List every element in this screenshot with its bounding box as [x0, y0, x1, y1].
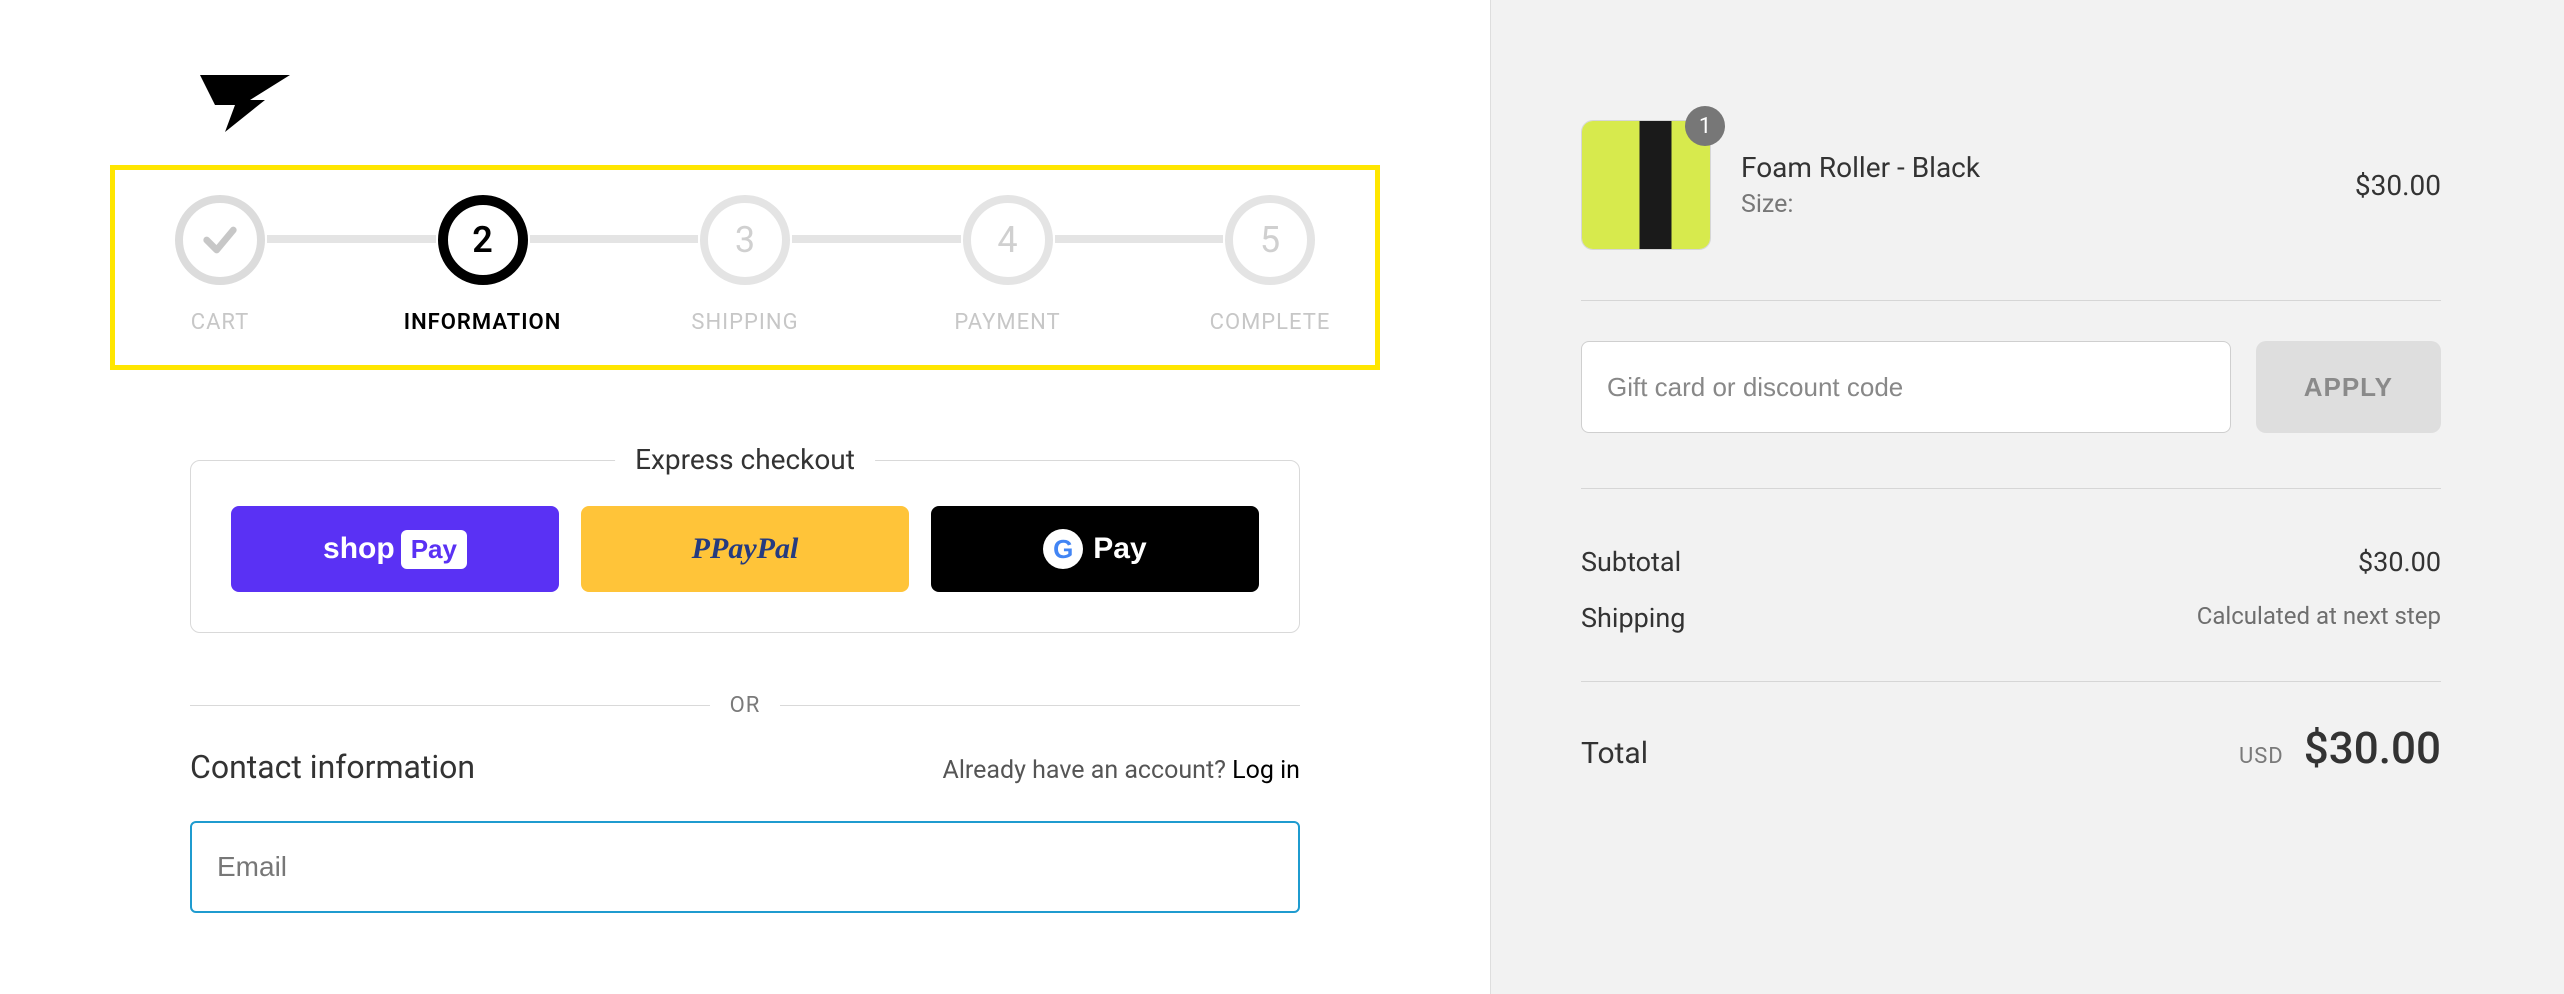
shipping-label: Shipping	[1581, 602, 1685, 634]
order-summary: 1 Foam Roller - Black Size: $30.00 APPLY…	[1490, 0, 2564, 994]
subtotal-value: $30.00	[2358, 546, 2441, 578]
google-g-icon: G	[1043, 529, 1083, 569]
progress-connector	[792, 235, 961, 243]
gpay-button[interactable]: G Pay	[931, 506, 1259, 592]
contact-heading: Contact information	[190, 748, 475, 786]
shoppay-button[interactable]: shop Pay	[231, 506, 559, 592]
subtotal-label: Subtotal	[1581, 546, 1681, 578]
paypal-p-icon: P	[692, 532, 710, 566]
progress-connector	[1055, 235, 1224, 243]
step-cart[interactable]: CART	[165, 195, 275, 335]
or-text: OR	[730, 693, 761, 718]
gpay-text: Pay	[1093, 532, 1146, 566]
email-field[interactable]	[190, 821, 1300, 913]
qty-badge: 1	[1685, 106, 1725, 146]
discount-input[interactable]	[1581, 341, 2231, 433]
total-currency: USD	[2239, 744, 2284, 769]
progress-connector	[267, 235, 436, 243]
item-title: Foam Roller - Black	[1741, 151, 2355, 184]
brand-logo[interactable]	[195, 70, 1300, 140]
step-information[interactable]: 2 INFORMATION	[428, 195, 538, 335]
total-value: $30.00	[2304, 722, 2441, 774]
checkout-main: CART 2 INFORMATION 3 SHIPPING 4 PAYMENT	[0, 0, 1490, 994]
step-label: CART	[191, 310, 250, 335]
total-label: Total	[1581, 736, 1648, 771]
express-title: Express checkout	[615, 443, 875, 476]
paypal-button[interactable]: P PayPal	[581, 506, 909, 592]
email-input[interactable]	[217, 851, 1273, 883]
login-link[interactable]: Log in	[1232, 756, 1300, 785]
step-label: SHIPPING	[691, 310, 798, 335]
step-payment[interactable]: 4 PAYMENT	[953, 195, 1063, 335]
cart-item: 1 Foam Roller - Black Size: $30.00	[1581, 120, 2441, 301]
paypal-text: PayPal	[710, 532, 798, 566]
step-shipping[interactable]: 3 SHIPPING	[690, 195, 800, 335]
account-prompt: Already have an account?	[943, 756, 1233, 785]
express-checkout: Express checkout shop Pay P PayPal G Pay	[190, 460, 1300, 633]
step-complete[interactable]: 5 COMPLETE	[1215, 195, 1325, 335]
step-label: COMPLETE	[1210, 310, 1331, 335]
shipping-value: Calculated at next step	[2197, 602, 2441, 634]
item-subtitle: Size:	[1741, 190, 2355, 219]
check-icon	[200, 220, 240, 260]
progress-tracker: CART 2 INFORMATION 3 SHIPPING 4 PAYMENT	[110, 165, 1380, 370]
shoppay-text: shop	[323, 532, 395, 566]
apply-button[interactable]: APPLY	[2256, 341, 2441, 433]
item-price: $30.00	[2355, 169, 2441, 202]
step-label: INFORMATION	[404, 310, 562, 335]
progress-connector	[530, 235, 699, 243]
or-divider: OR	[190, 693, 1300, 718]
step-label: PAYMENT	[954, 310, 1060, 335]
shoppay-badge: Pay	[401, 530, 467, 569]
